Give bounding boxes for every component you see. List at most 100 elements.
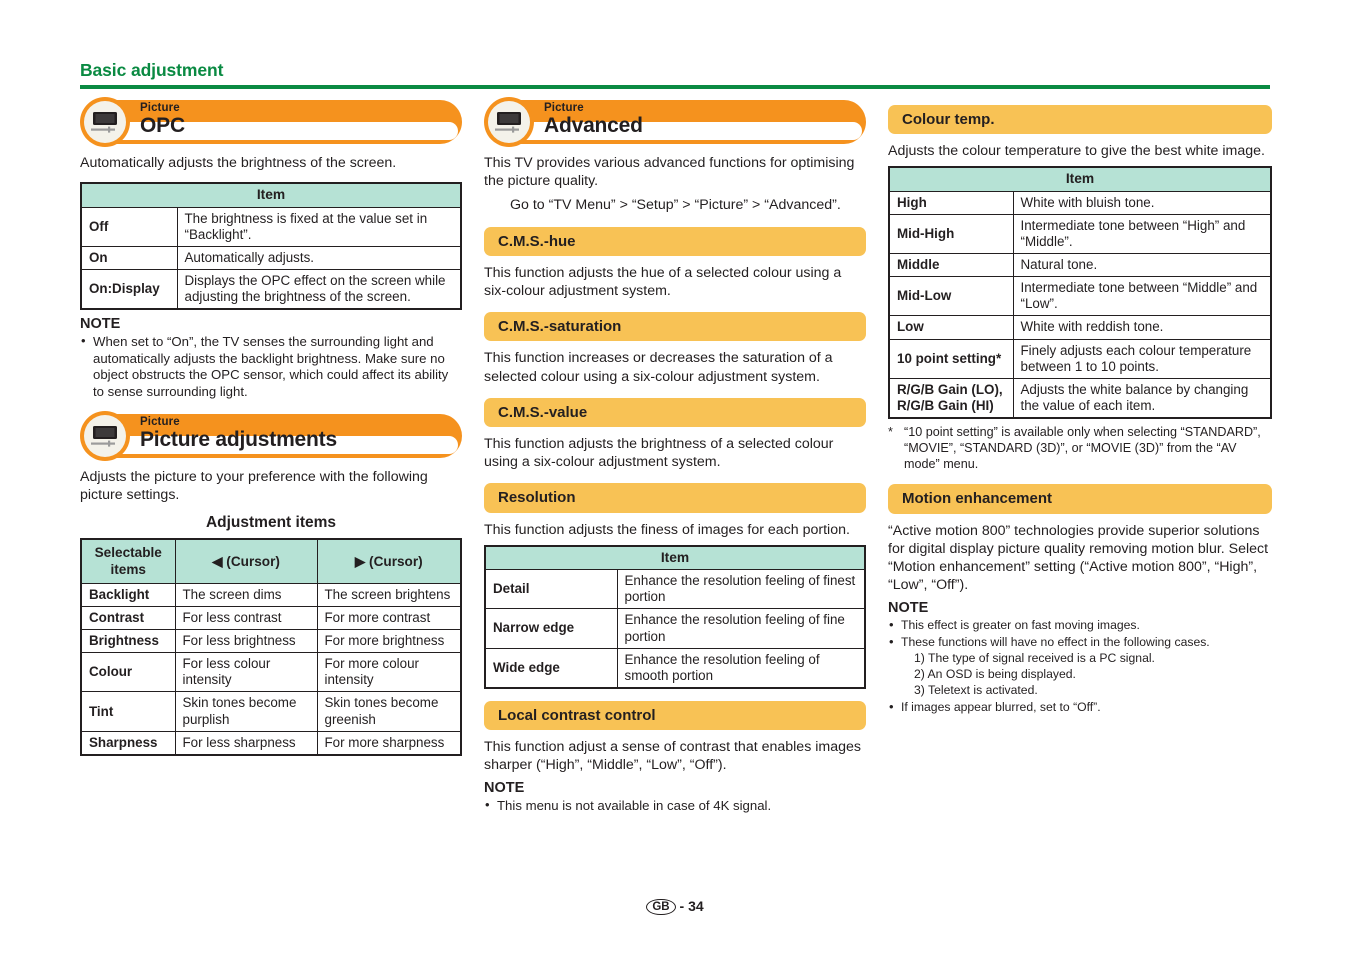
colour-temp-table: Item High White with bluish tone. Mid-Hi… [888, 166, 1272, 419]
tv-monitor-icon [484, 97, 536, 147]
list-item: 3) Teletext is activated. [914, 683, 1038, 698]
section-kicker: Picture [140, 102, 180, 114]
row-desc: Adjusts the white balance by changing th… [1012, 377, 1272, 419]
opc-note-list: When set to “On”, the TV senses the surr… [80, 333, 462, 400]
subsection-cms-value: C.M.S.-value [484, 397, 866, 427]
manual-page: Basic adjustment Picture OPC Automatical… [0, 0, 1350, 954]
row-desc: Finely adjusts each colour temperature b… [1012, 338, 1272, 379]
row-left: For less brightness [174, 629, 318, 654]
section-title: OPC [140, 114, 185, 138]
table-row: Brightness For less brightness For more … [80, 629, 462, 654]
column-middle: Picture Advanced This TV provides variou… [484, 97, 866, 823]
header-rule [80, 84, 1270, 89]
table-header-row: Item [80, 182, 462, 208]
row-key: Wide edge [484, 647, 618, 689]
row-desc: Intermediate tone between “Middle” and “… [1012, 276, 1272, 317]
table-row: Off The brightness is fixed at the value… [80, 206, 462, 247]
table-header-item: Item [888, 166, 1272, 192]
row-key: 10 point setting* [888, 338, 1014, 379]
table-header-item: Item [80, 182, 462, 208]
adjustment-items-heading: Adjustment items [205, 514, 337, 532]
row-key: Tint [80, 691, 176, 732]
table-row: Backlight The screen dims The screen bri… [80, 583, 462, 608]
table-header-row: Item [484, 545, 866, 571]
row-key: Detail [484, 569, 618, 610]
row-key: Narrow edge [484, 608, 618, 649]
row-left: For less contrast [174, 606, 318, 631]
table-row: Detail Enhance the resolution feeling of… [484, 569, 866, 610]
list-item: When set to “On”, the TV senses the surr… [80, 333, 462, 400]
row-desc: White with reddish tone. [1012, 315, 1272, 340]
row-desc: Enhance the resolution feeling of smooth… [616, 647, 866, 689]
row-key: Brightness [80, 629, 176, 654]
section-title: Advanced [544, 114, 643, 138]
row-key: Off [80, 206, 178, 247]
table-row: Narrow edge Enhance the resolution feeli… [484, 608, 866, 649]
row-key: High [888, 190, 1014, 216]
col-header-selectable-items: Selectable items [80, 538, 176, 585]
table-header-row: Item [888, 166, 1272, 192]
locale-badge: GB [646, 899, 676, 916]
table-row: Tint Skin tones become purplish Skin ton… [80, 691, 462, 732]
section-header-advanced: Picture Advanced [484, 97, 866, 147]
section-kicker: Picture [544, 102, 584, 114]
local-contrast-body: This function adjust a sense of contrast… [484, 738, 861, 774]
row-right: Skin tones become greenish [316, 691, 462, 732]
row-right: For more sharpness [316, 730, 462, 756]
row-left: Skin tones become purplish [174, 691, 318, 732]
footer-separator: - [679, 898, 685, 914]
section-header-opc: Picture OPC [80, 97, 462, 147]
table-row: On Automatically adjusts. [80, 245, 462, 270]
motion-enhancement-note-list: This effect is greater on fast moving im… [888, 617, 1272, 716]
row-desc: Intermediate tone between “High” and “Mi… [1012, 214, 1272, 255]
section-title: Picture adjustments [140, 428, 337, 452]
table-row: High White with bluish tone. [888, 190, 1272, 216]
table-row: Middle Natural tone. [888, 253, 1272, 278]
row-key: Sharpness [80, 730, 176, 756]
list-item: This menu is not available in case of 4K… [484, 797, 866, 815]
note-title: NOTE [888, 600, 929, 617]
list-item: If images appear blurred, set to “Off”. [888, 699, 1272, 716]
row-key: Backlight [80, 583, 176, 608]
note-title: NOTE [80, 316, 121, 333]
row-right: For more contrast [316, 606, 462, 631]
table-row: Contrast For less contrast For more cont… [80, 606, 462, 631]
table-row: On:Display Displays the OPC effect on th… [80, 268, 462, 310]
row-desc: Automatically adjusts. [176, 245, 462, 270]
table-row: Mid-Low Intermediate tone between “Middl… [888, 276, 1272, 317]
row-key: R/G/B Gain (LO), R/G/B Gain (HI) [888, 377, 1014, 419]
running-head: Basic adjustment [80, 60, 1270, 89]
local-contrast-note-list: This menu is not available in case of 4K… [484, 797, 866, 815]
section-kicker: Picture [140, 416, 180, 429]
resolution-table: Item Detail Enhance the resolution feeli… [484, 544, 866, 689]
row-desc: Enhance the resolution feeling of fine p… [616, 608, 866, 649]
row-key: Low [888, 315, 1014, 340]
cms-saturation-body: This function increases or decreases the… [484, 350, 833, 385]
row-key: Contrast [80, 606, 176, 631]
row-left: For less colour intensity [174, 652, 318, 693]
table-header-item: Item [484, 545, 866, 571]
table-header-row: Selectable items ◀ (Cursor) ▶ (Cursor) [80, 538, 462, 585]
footnote-marker: * [888, 424, 893, 439]
tv-monitor-icon [80, 97, 132, 147]
table-row: Wide edge Enhance the resolution feeling… [484, 647, 866, 689]
list-item: These functions will have no effect in t… [888, 634, 1272, 651]
row-desc: The brightness is fixed at the value set… [176, 206, 462, 247]
three-column-layout: Picture OPC Automatically adjusts the br… [80, 97, 1272, 823]
advanced-intro: This TV provides various advanced functi… [484, 155, 855, 190]
col-header-right-cursor: ▶ (Cursor) [316, 538, 462, 585]
advanced-menu-path: Go to “TV Menu” > “Setup” > “Picture” > … [510, 197, 841, 214]
cms-value-body: This function adjusts the brightness of … [484, 435, 834, 471]
col-header-left-cursor: ◀ (Cursor) [174, 538, 318, 585]
resolution-body: This function adjusts the finess of imag… [484, 521, 850, 538]
list-item: 2) An OSD is being displayed. [914, 667, 1076, 682]
section-header-picture-adjustments: Picture Picture adjustments [80, 411, 462, 462]
subsection-cms-saturation: C.M.S.-saturation [484, 312, 866, 342]
page-title: Basic adjustment [80, 60, 224, 80]
list-item: 1) The type of signal received is a PC s… [914, 650, 1155, 665]
list-item: This effect is greater on fast moving im… [888, 617, 1272, 634]
motion-enhancement-body: “Active motion 800” technologies provide… [888, 522, 1269, 594]
row-key: Middle [888, 253, 1014, 278]
page-number: 34 [688, 898, 704, 914]
row-key: Mid-Low [888, 276, 1014, 317]
